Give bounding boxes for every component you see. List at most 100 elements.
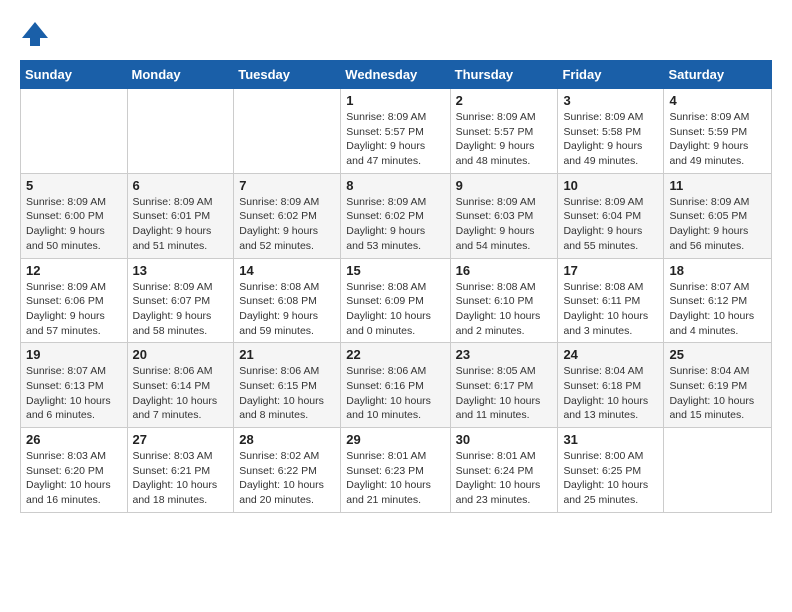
calendar-cell: 5 Sunrise: 8:09 AM Sunset: 6:00 PM Daylig… xyxy=(21,173,128,258)
day-info: Sunrise: 8:04 AM Sunset: 6:18 PM Dayligh… xyxy=(563,364,658,423)
calendar-table: SundayMondayTuesdayWednesdayThursdayFrid… xyxy=(20,60,772,513)
day-info: Sunrise: 8:09 AM Sunset: 6:06 PM Dayligh… xyxy=(26,280,122,339)
day-info: Sunrise: 8:00 AM Sunset: 6:25 PM Dayligh… xyxy=(563,449,658,508)
calendar-cell: 22Sunrise: 8:06 AM Sunset: 6:16 PM Dayli… xyxy=(341,343,450,428)
calendar-cell: 31Sunrise: 8:00 AM Sunset: 6:25 PM Dayli… xyxy=(558,428,664,513)
calendar-cell: 29 Sunrise: 8:01 AM Sunset: 6:23 PM Dayli… xyxy=(341,428,450,513)
calendar-cell: 19Sunrise: 8:07 AM Sunset: 6:13 PM Dayli… xyxy=(21,343,128,428)
day-info: Sunrise: 8:09 AM Sunset: 6:00 PM Dayligh… xyxy=(26,195,122,254)
calendar-cell: 8Sunrise: 8:09 AM Sunset: 6:02 PM Daylig… xyxy=(341,173,450,258)
day-number: 20 xyxy=(133,347,229,362)
calendar-cell: 14 Sunrise: 8:08 AM Sunset: 6:08 PM Dayli… xyxy=(234,258,341,343)
calendar-cell: 18 Sunrise: 8:07 AM Sunset: 6:12 PM Dayli… xyxy=(664,258,772,343)
day-number: 11 xyxy=(669,178,766,193)
calendar-cell xyxy=(127,89,234,174)
day-info: Sunrise: 8:06 AM Sunset: 6:16 PM Dayligh… xyxy=(346,364,444,423)
day-info: Sunrise: 8:08 AM Sunset: 6:09 PM Dayligh… xyxy=(346,280,444,339)
day-number: 28 xyxy=(239,432,335,447)
calendar-week-row: 12 Sunrise: 8:09 AM Sunset: 6:06 PM Dayli… xyxy=(21,258,772,343)
calendar-cell: 27 Sunrise: 8:03 AM Sunset: 6:21 PM Dayli… xyxy=(127,428,234,513)
day-number: 26 xyxy=(26,432,122,447)
day-number: 9 xyxy=(456,178,553,193)
calendar-cell xyxy=(664,428,772,513)
day-number: 5 xyxy=(26,178,122,193)
calendar-cell: 7 Sunrise: 8:09 AM Sunset: 6:02 PM Daylig… xyxy=(234,173,341,258)
day-number: 7 xyxy=(239,178,335,193)
day-info: Sunrise: 8:09 AM Sunset: 5:59 PM Dayligh… xyxy=(669,110,766,169)
day-info: Sunrise: 8:07 AM Sunset: 6:12 PM Dayligh… xyxy=(669,280,766,339)
logo-icon xyxy=(20,20,50,50)
calendar-cell: 6Sunrise: 8:09 AM Sunset: 6:01 PM Daylig… xyxy=(127,173,234,258)
calendar-cell: 13Sunrise: 8:09 AM Sunset: 6:07 PM Dayli… xyxy=(127,258,234,343)
day-number: 1 xyxy=(346,93,444,108)
weekday-header-row: SundayMondayTuesdayWednesdayThursdayFrid… xyxy=(21,61,772,89)
day-number: 19 xyxy=(26,347,122,362)
day-number: 15 xyxy=(346,263,444,278)
calendar-body: 1 Sunrise: 8:09 AM Sunset: 5:57 PM Daylig… xyxy=(21,89,772,513)
calendar-cell: 30 Sunrise: 8:01 AM Sunset: 6:24 PM Dayli… xyxy=(450,428,558,513)
day-number: 8 xyxy=(346,178,444,193)
calendar-cell: 10 Sunrise: 8:09 AM Sunset: 6:04 PM Dayli… xyxy=(558,173,664,258)
calendar-cell: 26 Sunrise: 8:03 AM Sunset: 6:20 PM Dayli… xyxy=(21,428,128,513)
day-info: Sunrise: 8:09 AM Sunset: 6:07 PM Dayligh… xyxy=(133,280,229,339)
weekday-header-cell: Tuesday xyxy=(234,61,341,89)
day-number: 29 xyxy=(346,432,444,447)
day-info: Sunrise: 8:09 AM Sunset: 6:03 PM Dayligh… xyxy=(456,195,553,254)
calendar-week-row: 19Sunrise: 8:07 AM Sunset: 6:13 PM Dayli… xyxy=(21,343,772,428)
calendar-cell: 9 Sunrise: 8:09 AM Sunset: 6:03 PM Daylig… xyxy=(450,173,558,258)
logo xyxy=(20,20,54,50)
day-number: 14 xyxy=(239,263,335,278)
day-info: Sunrise: 8:06 AM Sunset: 6:15 PM Dayligh… xyxy=(239,364,335,423)
day-number: 18 xyxy=(669,263,766,278)
day-info: Sunrise: 8:01 AM Sunset: 6:24 PM Dayligh… xyxy=(456,449,553,508)
day-number: 3 xyxy=(563,93,658,108)
day-number: 27 xyxy=(133,432,229,447)
calendar-week-row: 26 Sunrise: 8:03 AM Sunset: 6:20 PM Dayli… xyxy=(21,428,772,513)
calendar-cell: 15 Sunrise: 8:08 AM Sunset: 6:09 PM Dayli… xyxy=(341,258,450,343)
calendar-cell xyxy=(234,89,341,174)
page-header xyxy=(20,20,772,50)
calendar-cell xyxy=(21,89,128,174)
day-info: Sunrise: 8:09 AM Sunset: 5:58 PM Dayligh… xyxy=(563,110,658,169)
weekday-header-cell: Monday xyxy=(127,61,234,89)
day-info: Sunrise: 8:05 AM Sunset: 6:17 PM Dayligh… xyxy=(456,364,553,423)
day-number: 6 xyxy=(133,178,229,193)
calendar-cell: 12 Sunrise: 8:09 AM Sunset: 6:06 PM Dayli… xyxy=(21,258,128,343)
day-info: Sunrise: 8:06 AM Sunset: 6:14 PM Dayligh… xyxy=(133,364,229,423)
day-number: 24 xyxy=(563,347,658,362)
day-info: Sunrise: 8:03 AM Sunset: 6:21 PM Dayligh… xyxy=(133,449,229,508)
day-info: Sunrise: 8:08 AM Sunset: 6:10 PM Dayligh… xyxy=(456,280,553,339)
day-info: Sunrise: 8:09 AM Sunset: 6:02 PM Dayligh… xyxy=(239,195,335,254)
day-number: 17 xyxy=(563,263,658,278)
day-number: 30 xyxy=(456,432,553,447)
calendar-cell: 21 Sunrise: 8:06 AM Sunset: 6:15 PM Dayli… xyxy=(234,343,341,428)
day-number: 16 xyxy=(456,263,553,278)
day-info: Sunrise: 8:01 AM Sunset: 6:23 PM Dayligh… xyxy=(346,449,444,508)
weekday-header-cell: Thursday xyxy=(450,61,558,89)
day-info: Sunrise: 8:09 AM Sunset: 5:57 PM Dayligh… xyxy=(456,110,553,169)
weekday-header-cell: Sunday xyxy=(21,61,128,89)
day-info: Sunrise: 8:09 AM Sunset: 5:57 PM Dayligh… xyxy=(346,110,444,169)
day-info: Sunrise: 8:02 AM Sunset: 6:22 PM Dayligh… xyxy=(239,449,335,508)
calendar-cell: 3 Sunrise: 8:09 AM Sunset: 5:58 PM Daylig… xyxy=(558,89,664,174)
day-info: Sunrise: 8:08 AM Sunset: 6:08 PM Dayligh… xyxy=(239,280,335,339)
day-info: Sunrise: 8:04 AM Sunset: 6:19 PM Dayligh… xyxy=(669,364,766,423)
day-number: 12 xyxy=(26,263,122,278)
calendar-cell: 2Sunrise: 8:09 AM Sunset: 5:57 PM Daylig… xyxy=(450,89,558,174)
calendar-cell: 17 Sunrise: 8:08 AM Sunset: 6:11 PM Dayli… xyxy=(558,258,664,343)
day-info: Sunrise: 8:03 AM Sunset: 6:20 PM Dayligh… xyxy=(26,449,122,508)
day-info: Sunrise: 8:08 AM Sunset: 6:11 PM Dayligh… xyxy=(563,280,658,339)
calendar-cell: 28 Sunrise: 8:02 AM Sunset: 6:22 PM Dayli… xyxy=(234,428,341,513)
calendar-week-row: 1 Sunrise: 8:09 AM Sunset: 5:57 PM Daylig… xyxy=(21,89,772,174)
calendar-cell: 24 Sunrise: 8:04 AM Sunset: 6:18 PM Dayli… xyxy=(558,343,664,428)
day-info: Sunrise: 8:09 AM Sunset: 6:04 PM Dayligh… xyxy=(563,195,658,254)
weekday-header-cell: Friday xyxy=(558,61,664,89)
day-info: Sunrise: 8:09 AM Sunset: 6:05 PM Dayligh… xyxy=(669,195,766,254)
day-number: 10 xyxy=(563,178,658,193)
day-number: 25 xyxy=(669,347,766,362)
weekday-header-cell: Wednesday xyxy=(341,61,450,89)
calendar-cell: 1 Sunrise: 8:09 AM Sunset: 5:57 PM Daylig… xyxy=(341,89,450,174)
day-number: 21 xyxy=(239,347,335,362)
weekday-header-cell: Saturday xyxy=(664,61,772,89)
calendar-cell: 23Sunrise: 8:05 AM Sunset: 6:17 PM Dayli… xyxy=(450,343,558,428)
